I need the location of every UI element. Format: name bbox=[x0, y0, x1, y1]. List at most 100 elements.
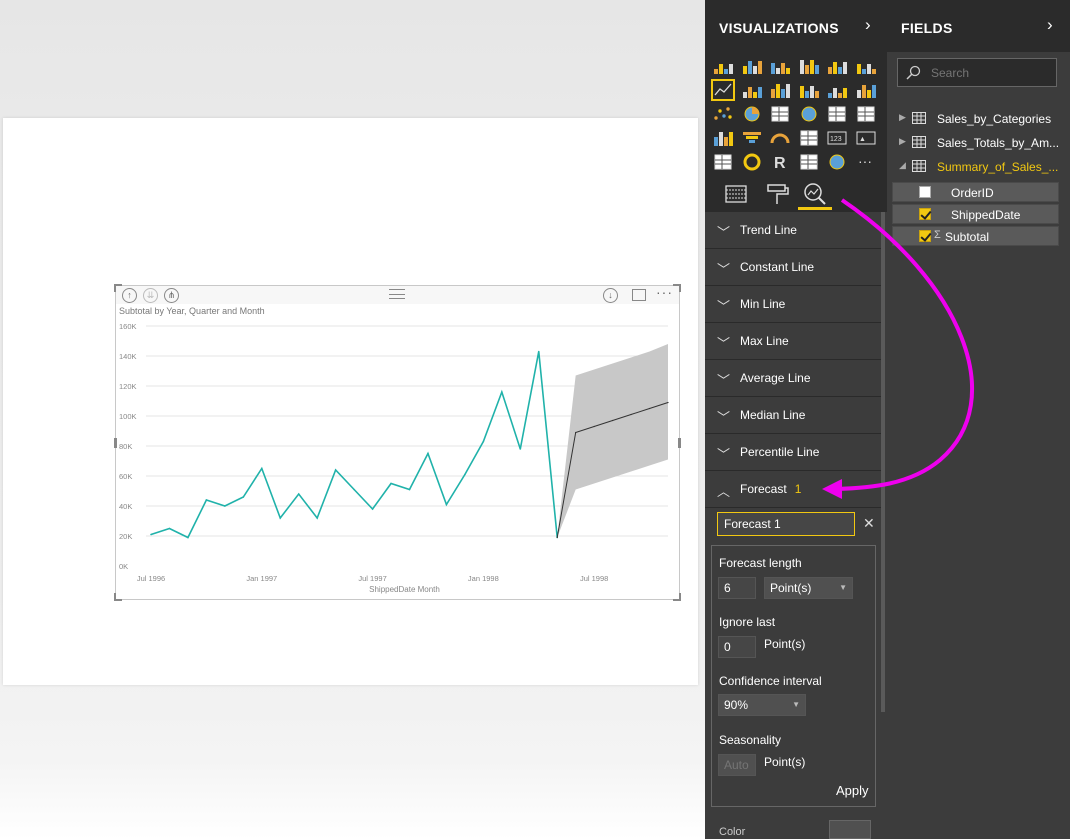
visual-table-icon[interactable] bbox=[826, 104, 848, 124]
field-search-box[interactable] bbox=[897, 58, 1057, 87]
expand-triangle-icon[interactable]: ▶ bbox=[899, 136, 906, 147]
forecast-length-input[interactable] bbox=[718, 577, 756, 599]
expand-triangle-icon[interactable]: ▶ bbox=[899, 112, 906, 123]
visualizations-title: VISUALIZATIONS bbox=[719, 20, 839, 36]
chevron-down-icon: ﹀ bbox=[717, 336, 731, 351]
line-chart-svg: 0K 20K 40K 60K 80K 100K 120K 140K 160K Jul 1996 Ja… bbox=[119, 322, 669, 594]
delete-forecast-close-icon[interactable]: ✕ bbox=[863, 515, 875, 532]
analytics-item-min-line[interactable]: ﹀ Min Line bbox=[705, 286, 881, 323]
visual-100-stacked-column-chart-icon[interactable] bbox=[855, 56, 877, 76]
forecast-name-field[interactable] bbox=[717, 512, 855, 536]
search-icon bbox=[906, 65, 921, 80]
table-name: Sales_Totals_by_Am... bbox=[937, 136, 1060, 150]
analytics-item-label: Percentile Line bbox=[740, 445, 820, 459]
more-visuals-icon: ··· bbox=[858, 153, 872, 169]
table-sales-by-categories[interactable]: ▶ Sales_by_Categories bbox=[887, 107, 1070, 131]
field-shippeddate[interactable]: ShippedDate bbox=[892, 204, 1059, 224]
visual-donut-chart-icon[interactable] bbox=[741, 152, 763, 172]
visual-area-chart-icon[interactable] bbox=[741, 80, 763, 100]
visual-card-icon[interactable]: 123 bbox=[826, 128, 848, 148]
analytics-item-trend-line[interactable]: ﹀ Trend Line bbox=[705, 212, 881, 249]
visual-r-visual-icon[interactable]: R bbox=[769, 152, 791, 172]
subtotal-data-point bbox=[390, 482, 392, 485]
visual-line-chart-icon[interactable] bbox=[711, 79, 735, 101]
collapse-fields-chevron-icon[interactable]: › bbox=[1047, 15, 1053, 35]
visual-treemap-icon[interactable] bbox=[769, 104, 791, 124]
card-icon: 123 bbox=[827, 131, 847, 145]
forecast-length-unit-select[interactable]: Point(s) ▼ bbox=[764, 577, 853, 599]
x-tick-label: Jul 1998 bbox=[580, 574, 608, 583]
analytics-item-constant-line[interactable]: ﹀ Constant Line bbox=[705, 249, 881, 286]
visual-ribbon-chart-icon[interactable] bbox=[855, 80, 877, 100]
ignore-last-input[interactable] bbox=[718, 636, 756, 658]
visual-pie-chart-icon[interactable] bbox=[741, 104, 763, 124]
analytics-item-label: Min Line bbox=[740, 297, 786, 311]
table-summary-of-sales[interactable]: ◢ Summary_of_Sales_... bbox=[887, 155, 1070, 179]
pie-chart-icon bbox=[744, 106, 759, 122]
x-tick-label: Jul 1996 bbox=[137, 574, 165, 583]
visual-globe-icon[interactable] bbox=[826, 152, 848, 172]
visual-clustered-column-chart-icon[interactable] bbox=[798, 56, 820, 76]
analytics-item-label: Forecast 1 bbox=[740, 482, 801, 496]
visual-kpi-icon[interactable]: ▲ bbox=[855, 128, 877, 148]
visual-100-stacked-bar-chart-icon[interactable] bbox=[826, 56, 848, 76]
visual-line-and-stacked-column-chart-icon[interactable] bbox=[798, 80, 820, 100]
format-tab[interactable] bbox=[760, 180, 794, 210]
analytics-list: ﹀ Trend Line ﹀ Constant Line ﹀ Min Line … bbox=[705, 212, 881, 508]
line-chart-visual[interactable]: ↑ ⇊ ⋔ ↓ ··· Subtotal by Year, Quarter an… bbox=[114, 284, 681, 601]
apply-button[interactable]: Apply bbox=[836, 783, 869, 798]
field-checkbox[interactable] bbox=[919, 186, 931, 198]
visual-shape-map-icon[interactable] bbox=[798, 152, 820, 172]
subtotal-series-line bbox=[150, 351, 559, 539]
visual-funnel-icon[interactable] bbox=[741, 128, 763, 148]
analytics-item-forecast[interactable]: ︿ Forecast 1 bbox=[705, 471, 881, 508]
matrix-icon bbox=[857, 106, 874, 122]
table-sales-totals-by-amount[interactable]: ▶ Sales_Totals_by_Am... bbox=[887, 131, 1070, 155]
seasonality-input[interactable] bbox=[718, 754, 756, 776]
search-input[interactable] bbox=[931, 64, 1051, 82]
subtotal-data-point bbox=[187, 536, 189, 539]
fields-tab[interactable] bbox=[719, 180, 753, 210]
visual-stacked-bar-chart-icon[interactable] bbox=[712, 56, 734, 76]
analytics-scrollbar[interactable] bbox=[881, 212, 885, 712]
collapse-triangle-icon[interactable]: ◢ bbox=[899, 160, 906, 171]
forecast-data-point bbox=[612, 419, 614, 422]
collapse-visualizations-chevron-icon[interactable]: › bbox=[865, 15, 871, 35]
field-checkbox[interactable] bbox=[919, 230, 931, 242]
analytics-tab[interactable] bbox=[798, 180, 832, 210]
kpi-icon: ▲ bbox=[856, 131, 875, 145]
y-tick-label: 120K bbox=[119, 382, 137, 391]
visual-map-icon[interactable] bbox=[798, 104, 820, 124]
color-picker[interactable] bbox=[829, 820, 871, 839]
visual-slicer-icon[interactable] bbox=[712, 152, 734, 172]
visual-filled-map-icon[interactable] bbox=[712, 128, 734, 148]
area-chart-icon bbox=[742, 87, 762, 98]
visual-gauge-icon[interactable] bbox=[769, 128, 791, 148]
visual-pane-tabs bbox=[705, 176, 887, 212]
analytics-item-max-line[interactable]: ﹀ Max Line bbox=[705, 323, 881, 360]
visual-more-visuals-icon[interactable]: ··· bbox=[855, 152, 877, 172]
visual-clustered-bar-chart-icon[interactable] bbox=[769, 56, 791, 76]
table-name: Sales_by_Categories bbox=[937, 112, 1052, 126]
chevron-down-icon: ﹀ bbox=[717, 373, 731, 388]
visual-scatter-chart-icon[interactable] bbox=[712, 104, 734, 124]
analytics-item-percentile-line[interactable]: ﹀ Percentile Line bbox=[705, 434, 881, 471]
analytics-item-average-line[interactable]: ﹀ Average Line bbox=[705, 360, 881, 397]
analytics-magnifier-icon bbox=[804, 183, 826, 205]
subtotal-data-point bbox=[427, 452, 429, 455]
analytics-item-median-line[interactable]: ﹀ Median Line bbox=[705, 397, 881, 434]
visual-line-and-clustered-column-chart-icon[interactable] bbox=[826, 80, 848, 100]
visual-stacked-area-chart-icon[interactable] bbox=[769, 80, 791, 100]
visual-stacked-column-chart-icon[interactable] bbox=[741, 56, 763, 76]
visual-multi-row-card-icon[interactable] bbox=[798, 128, 820, 148]
field-subtotal[interactable]: Σ Subtotal bbox=[892, 226, 1059, 246]
visual-matrix-icon[interactable] bbox=[855, 104, 877, 124]
field-checkbox[interactable] bbox=[919, 208, 931, 220]
ignore-last-label: Ignore last bbox=[719, 615, 776, 629]
ribbon-chart-icon bbox=[856, 85, 876, 98]
confidence-interval-select[interactable]: 90% ▼ bbox=[718, 694, 806, 716]
seasonality-unit: Point(s) bbox=[764, 755, 806, 769]
forecast-name-input[interactable] bbox=[718, 513, 854, 535]
chevron-down-icon: ﹀ bbox=[717, 262, 731, 277]
field-orderid[interactable]: OrderID bbox=[892, 182, 1059, 202]
